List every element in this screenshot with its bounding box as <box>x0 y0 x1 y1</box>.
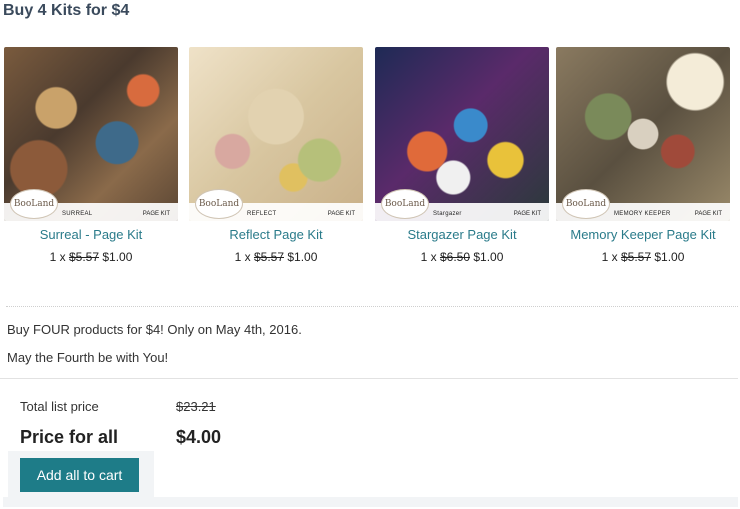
sale-price: $1.00 <box>287 250 318 264</box>
kit-type-label: PAGE KIT <box>513 211 541 217</box>
product-price: 1 x $5.57 $1.00 <box>555 249 731 265</box>
kit-name-label: Stargazer <box>433 211 462 217</box>
brand-logo: BooLand <box>562 189 610 219</box>
quantity: 1 x <box>420 250 437 264</box>
product-image-stargazer[interactable]: BooLand Stargazer PAGE KIT <box>375 47 549 221</box>
summary-footer <box>3 497 738 507</box>
old-price: $6.50 <box>439 250 470 264</box>
product-card: BooLand REFLECT PAGE KIT Reflect Page Ki… <box>188 47 364 265</box>
sale-price: $1.00 <box>102 250 133 264</box>
product-card: BooLand MEMORY KEEPER PAGE KIT Memory Ke… <box>555 47 731 265</box>
kit-type-label: PAGE KIT <box>694 211 722 217</box>
product-name-link[interactable]: Surreal - Page Kit <box>3 227 179 243</box>
product-list: BooLand SURREAL PAGE KIT Surreal - Page … <box>0 47 740 277</box>
brand-logo: BooLand <box>381 189 429 219</box>
kit-type-label: PAGE KIT <box>142 211 170 217</box>
old-price: $5.57 <box>620 250 651 264</box>
brand-logo: BooLand <box>195 189 243 219</box>
price-for-all-value: $4.00 <box>176 427 222 447</box>
kit-name-label: SURREAL <box>62 211 93 217</box>
brand-logo: BooLand <box>10 189 58 219</box>
product-image-reflect[interactable]: BooLand REFLECT PAGE KIT <box>189 47 363 221</box>
product-name-link[interactable]: Memory Keeper Page Kit <box>555 227 731 243</box>
old-price: $5.57 <box>253 250 284 264</box>
product-name-link[interactable]: Reflect Page Kit <box>188 227 364 243</box>
quantity: 1 x <box>234 250 251 264</box>
section-divider <box>0 378 738 379</box>
quantity: 1 x <box>601 250 618 264</box>
product-price: 1 x $5.57 $1.00 <box>188 249 364 265</box>
product-price: 1 x $6.50 $1.00 <box>374 249 550 265</box>
product-image-surreal[interactable]: BooLand SURREAL PAGE KIT <box>4 47 178 221</box>
section-divider <box>6 306 738 307</box>
product-card: BooLand Stargazer PAGE KIT Stargazer Pag… <box>374 47 550 265</box>
sale-price: $1.00 <box>654 250 685 264</box>
product-name-link[interactable]: Stargazer Page Kit <box>374 227 550 243</box>
promo-description: Buy FOUR products for $4! Only on May 4t… <box>7 322 302 337</box>
old-price: $5.57 <box>68 250 99 264</box>
quantity: 1 x <box>49 250 66 264</box>
product-card: BooLand SURREAL PAGE KIT Surreal - Page … <box>3 47 179 265</box>
add-all-to-cart-button[interactable]: Add all to cart <box>20 458 139 492</box>
product-price: 1 x $5.57 $1.00 <box>3 249 179 265</box>
kit-name-label: REFLECT <box>247 211 277 217</box>
total-list-price-value: $23.21 <box>176 399 216 414</box>
page-title: Buy 4 Kits for $4 <box>3 2 130 19</box>
kit-type-label: PAGE KIT <box>327 211 355 217</box>
kit-name-label: MEMORY KEEPER <box>614 211 671 217</box>
sale-price: $1.00 <box>473 250 504 264</box>
product-image-memory-keeper[interactable]: BooLand MEMORY KEEPER PAGE KIT <box>556 47 730 221</box>
price-for-all-label: Price for all <box>20 427 119 447</box>
total-list-price-label: Total list price <box>20 399 99 414</box>
promo-tagline: May the Fourth be with You! <box>7 350 169 365</box>
